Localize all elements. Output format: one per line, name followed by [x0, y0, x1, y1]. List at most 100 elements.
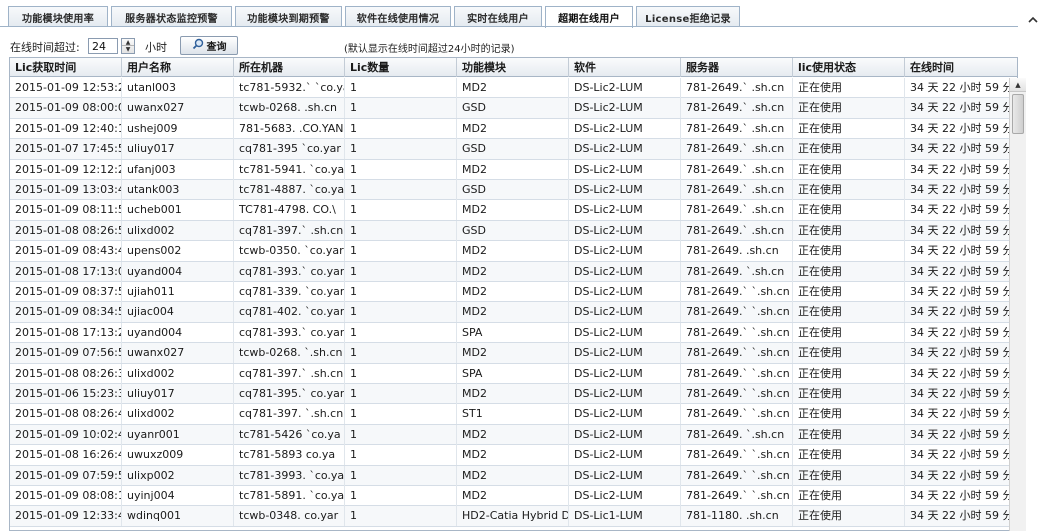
hours-spinner[interactable]: ▲ ▼ [121, 38, 135, 54]
cell-lic-time: 2015-01-09 08:11:5 [10, 200, 122, 221]
cell-module: GSD [457, 220, 569, 241]
tab-license-denied[interactable]: License拒绝记录 [636, 6, 740, 27]
cell-lic-count: 1 [345, 404, 457, 425]
col-module[interactable]: 功能模块 [457, 58, 569, 77]
table-row[interactable]: 2015-01-09 12:12:2 ufanj003 tc781-5941. `c… [10, 159, 1017, 180]
cell-user-name: ulixd002 [122, 404, 234, 425]
table-row[interactable]: 2015-01-09 08:43:4 upens002 tcwb-0350. `co… [10, 241, 1017, 262]
cell-lic-count: 1 [345, 118, 457, 139]
cell-lic-time: 2015-01-09 08:08:1 [10, 486, 122, 506]
cell-lic-count: 1 [345, 261, 457, 282]
cell-machine: tc781-5893 co.ya [234, 445, 345, 466]
cell-module: MD2 [457, 445, 569, 466]
col-user-name[interactable]: 用户名称 [122, 58, 234, 77]
hours-input[interactable] [88, 38, 118, 54]
cell-lic-status: 正在使用 [793, 322, 905, 343]
table-row[interactable]: 2015-01-09 08:37:5 ujiah011 cq781-339. `co… [10, 282, 1017, 303]
cell-software: DS-Lic2-LUM [569, 424, 681, 445]
table-row[interactable]: 2015-01-09 12:33:4 wdinq001 tcwb-0348. co.… [10, 506, 1017, 527]
cell-lic-count: 1 [345, 384, 457, 404]
cell-user-name: ujiah011 [122, 282, 234, 302]
table-row[interactable]: 2015-01-06 15:23:3 uliuy017 cq781-395.` co… [10, 384, 1017, 405]
table-row[interactable]: 2015-01-09 13:03:4 utank003 tc781-4887. `c… [10, 180, 1017, 201]
col-software[interactable]: 软件 [569, 58, 681, 77]
cell-module: GSD [457, 98, 569, 119]
table-scrollbar[interactable]: ▲ [1009, 78, 1026, 531]
cell-lic-count: 1 [345, 363, 457, 384]
tab-overdue-users[interactable]: 超期在线用户 [545, 6, 633, 28]
cell-server: 781-2649.` `.sh.cn [681, 465, 793, 486]
chevron-up-icon[interactable] [1026, 12, 1040, 26]
spin-down-icon[interactable]: ▼ [122, 46, 134, 53]
table-row[interactable]: 2015-01-08 08:26:5 ulixd002 cq781-397.` .s… [10, 220, 1017, 242]
cell-lic-status: 正在使用 [793, 445, 905, 466]
cell-lic-status: 正在使用 [793, 261, 905, 282]
cell-module: MD2 [457, 302, 569, 323]
tab-module-expiry[interactable]: 功能模块到期预警 [235, 6, 342, 27]
table-row[interactable]: 2015-01-08 08:26:4 ulixd002 cq781-397. `.s… [10, 404, 1017, 425]
hours-unit-label: 小时 [145, 41, 167, 54]
table-row[interactable]: 2015-01-09 07:59:5 ulixp002 tc781-3993. `c… [10, 465, 1017, 486]
table-row[interactable]: 2015-01-09 12:53:2 utanl003 tc781-5932.` `… [10, 78, 1017, 99]
cell-software: DS-Lic2-LUM [569, 363, 681, 384]
table-row[interactable]: 2015-01-08 17:13:2 uyand004 cq781-393.` co… [10, 322, 1017, 344]
table-row[interactable]: 2015-01-09 08:11:5 ucheb001 TC781-4798. CO… [10, 200, 1017, 221]
cell-module: MD2 [457, 78, 569, 98]
table-row[interactable]: 2015-01-09 08:08:1 uyinj004 tc781-5891. `c… [10, 486, 1017, 507]
cell-machine: cq781-395.` co.yar [234, 384, 345, 404]
col-server[interactable]: 服务器 [681, 58, 793, 77]
cell-user-name: uyinj004 [122, 486, 234, 506]
col-lic-status[interactable]: lic使用状态 [793, 58, 905, 77]
cell-user-name: uliuy017 [122, 384, 234, 404]
filter-toolbar: 在线时间超过: ▲ ▼ 小时 查询 (默认显示在线时间超过24小时的记录) [0, 35, 1018, 57]
cell-user-name: ulixp002 [122, 465, 234, 486]
cell-lic-status: 正在使用 [793, 363, 905, 384]
table-row[interactable]: 2015-01-08 17:13:0 uyand004 cq781-393.` co… [10, 261, 1017, 282]
cell-online-time: 34 天 22 小时 59 分钟 [910, 325, 1017, 339]
cell-machine: tcwb-0268. .sh.cn [234, 98, 345, 119]
table-row[interactable]: 2015-01-09 10:02:4 uyanr001 tc781-5426 `co… [10, 424, 1017, 446]
cell-lic-time: 2015-01-09 08:00:0 [10, 98, 122, 119]
cell-module: SPA [457, 322, 569, 343]
cell-user-name: ushej009 [122, 118, 234, 139]
scrollbar-thumb[interactable] [1012, 94, 1024, 134]
table-row[interactable]: 2015-01-08 08:26:3 ulixd002 cq781-397.` .s… [10, 363, 1017, 384]
cell-online-time: 34 天 22 小时 59 分钟 [910, 509, 1017, 523]
table-row[interactable]: 2015-01-08 16:26:4 uwuxz009 tc781-5893 co.… [10, 445, 1017, 466]
cell-lic-status: 正在使用 [793, 220, 905, 241]
cell-user-name: utanl003 [122, 78, 234, 98]
cell-lic-time: 2015-01-09 10:02:4 [10, 424, 122, 445]
cell-online-time: 34 天 22 小时 59 分钟 [910, 427, 1017, 441]
cell-machine: tc781-5426 `co.ya [234, 424, 345, 445]
cell-module: MD2 [457, 261, 569, 282]
table-row[interactable]: 2015-01-09 08:00:0 uwanx027 tcwb-0268. .sh… [10, 98, 1017, 119]
col-lic-time[interactable]: Lic获取时间 [10, 58, 122, 77]
query-button[interactable]: 查询 [180, 36, 238, 55]
table-row[interactable]: 2015-01-09 07:56:5 uwanx027 tcwb-0268. `.s… [10, 343, 1017, 364]
table-row[interactable]: 2015-01-09 08:34:5 ujiac004 cq781-402. `co… [10, 302, 1017, 323]
tab-realtime-users[interactable]: 实时在线用户 [454, 6, 542, 27]
cell-user-name: ujiac004 [122, 302, 234, 323]
col-lic-count[interactable]: Lic数量 [345, 58, 457, 77]
cell-module: GSD [457, 180, 569, 200]
spin-up-icon[interactable]: ▲ [122, 39, 134, 46]
cell-lic-status: 正在使用 [793, 139, 905, 160]
tab-software-online[interactable]: 软件在线使用情况 [345, 6, 451, 27]
cell-machine: cq781-402. `co.yar [234, 302, 345, 323]
col-online-time[interactable]: 在线时间 [905, 58, 1017, 77]
cell-lic-count: 1 [345, 241, 457, 262]
cell-server: 781-2649.` .sh.cn [681, 139, 793, 160]
tab-module-usage[interactable]: 功能模块使用率 [8, 6, 108, 27]
cell-lic-status: 正在使用 [793, 486, 905, 506]
table-row[interactable]: 2015-01-07 17:45:5 uliuy017 cq781-395 `co.… [10, 139, 1017, 160]
table-row[interactable]: 2015-01-09 12:40:1 ushej009 781-5683. .CO.… [10, 118, 1017, 140]
scroll-up-arrow-icon[interactable]: ▲ [1010, 78, 1026, 92]
cell-online-time: 34 天 22 小时 59 分钟 [910, 142, 1017, 156]
cell-module: ST1 [457, 404, 569, 425]
cell-user-name: utank003 [122, 180, 234, 200]
tab-server-status[interactable]: 服务器状态监控预警 [111, 6, 232, 27]
cell-lic-status: 正在使用 [793, 465, 905, 486]
cell-lic-status: 正在使用 [793, 302, 905, 323]
cell-server: 781-2649.` .sh.cn [681, 220, 793, 241]
col-machine[interactable]: 所在机器 [234, 58, 345, 77]
